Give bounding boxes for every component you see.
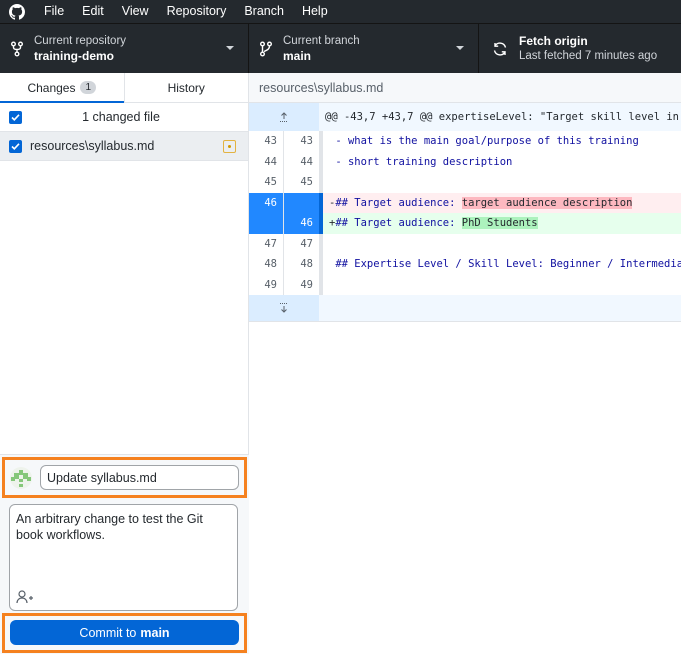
old-line-number: 48	[249, 254, 284, 275]
github-logo-icon	[0, 0, 34, 23]
line-content: - short training description	[323, 152, 681, 173]
diff-line-context[interactable]: 44 44 - short training description	[249, 151, 681, 173]
hunk-footer-row	[249, 295, 681, 322]
diff-file-path: resources\syllabus.md	[249, 73, 681, 103]
sync-icon	[479, 41, 515, 57]
expand-down-icon[interactable]	[249, 295, 319, 321]
line-text: - short training description	[335, 155, 513, 168]
menu-file[interactable]: File	[34, 0, 73, 23]
commit-panel: An arbitrary change to test the Git book…	[0, 454, 249, 654]
diff-line-del[interactable]: 46 - ## Target audience: target audience d…	[249, 192, 681, 213]
new-line-number: 45	[300, 176, 313, 189]
commit-button-prefix: Commit to	[79, 625, 137, 640]
avatar	[10, 466, 32, 489]
old-line-number	[249, 213, 284, 234]
line-text: ## Target audience:	[335, 196, 462, 209]
diff-view: @@ -43,7 +43,7 @@ expertiseLevel: "Targe…	[249, 103, 681, 322]
diff-line-context[interactable]: 45 45	[249, 172, 681, 193]
current-branch-label: Current branch	[283, 34, 360, 47]
menu-repository[interactable]: Repository	[158, 0, 236, 23]
diff-line-add[interactable]: 46 + ## Target audience: PhD Students	[249, 213, 681, 234]
line-content: + ## Target audience: PhD Students	[323, 213, 681, 234]
line-prefix	[329, 238, 335, 250]
menu-edit[interactable]: Edit	[73, 0, 113, 23]
file-path: resources\syllabus.md	[30, 139, 155, 153]
tab-history[interactable]: History	[123, 73, 249, 102]
current-branch-button[interactable]: Current branch main	[249, 24, 479, 73]
new-line-number: 46	[284, 213, 319, 234]
new-line-number: 44	[300, 155, 313, 168]
fetch-origin-label: Fetch origin	[519, 34, 588, 48]
line-content	[323, 234, 681, 255]
file-list-item[interactable]: resources\syllabus.md	[0, 132, 248, 161]
tab-history-label: History	[167, 80, 205, 95]
new-line-number: 47	[300, 237, 313, 250]
old-line-number: 44	[249, 151, 284, 172]
line-text: - what is the main goal/purpose of this …	[335, 135, 639, 148]
commit-button-highlight: Commit to main	[2, 613, 247, 653]
line-content	[323, 172, 681, 193]
last-fetched-text: Last fetched 7 minutes ago	[519, 50, 658, 62]
current-branch-value: main	[283, 48, 312, 63]
line-content	[323, 275, 681, 296]
commit-summary-highlight	[2, 457, 247, 498]
expand-up-icon[interactable]	[249, 103, 319, 131]
new-line-number: 43	[300, 135, 313, 148]
current-repository-button[interactable]: Current repository training-demo	[0, 24, 249, 73]
old-line-number: 47	[249, 233, 284, 254]
tab-changes-label: Changes	[27, 80, 76, 95]
file-modified-icon	[223, 139, 236, 153]
commit-summary-input[interactable]	[40, 465, 239, 490]
line-prefix	[329, 279, 335, 291]
sidebar: Changes 1 History 1 changed file resourc…	[0, 73, 249, 654]
repo-icon	[0, 41, 34, 57]
commit-button-branch: main	[140, 625, 170, 640]
add-coauthor-icon[interactable]	[16, 590, 34, 607]
changes-count-badge: 1	[80, 81, 97, 94]
line-text: ## Target audience:	[335, 217, 462, 230]
old-line-number: 49	[249, 274, 284, 295]
branch-icon	[249, 41, 283, 57]
old-line-number: 45	[249, 172, 284, 193]
menu-bar: File Edit View Repository Branch Help	[0, 0, 681, 23]
sidebar-tabs: Changes 1 History	[0, 73, 248, 103]
changed-text-highlight: PhD Students	[461, 217, 538, 230]
commit-description-field[interactable]: An arbitrary change to test the Git book…	[9, 504, 238, 611]
changed-text-highlight: target audience description	[461, 196, 633, 209]
diff-panel: resources\syllabus.md @@ -43,7 +43,7 @@ …	[249, 73, 681, 654]
chevron-down-icon	[456, 46, 464, 50]
line-prefix	[329, 176, 335, 188]
commit-button[interactable]: Commit to main	[10, 620, 239, 645]
changed-files-count: 1 changed file	[82, 110, 160, 124]
commit-description-text: An arbitrary change to test the Git book…	[16, 512, 203, 542]
current-repository-value: training-demo	[34, 48, 114, 63]
toolbar: Current repository training-demo Current…	[0, 23, 681, 73]
diff-line-context[interactable]: 47 47	[249, 233, 681, 255]
new-line-number: 48	[300, 258, 313, 271]
diff-line-context[interactable]: 49 49	[249, 274, 681, 296]
new-line-number	[284, 192, 319, 213]
diff-line-context[interactable]: 43 43 - what is the main goal/purpose of …	[249, 131, 681, 152]
chevron-down-icon	[226, 46, 234, 50]
file-include-checkbox[interactable]	[9, 139, 22, 153]
tab-changes[interactable]: Changes 1	[0, 73, 124, 103]
old-line-number: 43	[249, 131, 284, 152]
menu-help[interactable]: Help	[293, 0, 337, 23]
fetch-origin-button[interactable]: Fetch origin Last fetched 7 minutes ago	[479, 24, 681, 73]
changed-files-header: 1 changed file	[0, 103, 248, 132]
line-text: ## Expertise Level / Skill Level: Beginn…	[335, 258, 681, 271]
menu-view[interactable]: View	[113, 0, 158, 23]
line-content: ## Expertise Level / Skill Level: Beginn…	[323, 254, 681, 275]
line-content: - what is the main goal/purpose of this …	[323, 131, 681, 152]
select-all-checkbox[interactable]	[9, 110, 22, 124]
current-repository-label: Current repository	[34, 34, 127, 47]
hunk-header-text: @@ -43,7 +43,7 @@ expertiseLevel: "Targe…	[319, 103, 681, 131]
line-content: - ## Target audience: target audience des…	[323, 192, 681, 213]
diff-line-context[interactable]: 48 48 ## Expertise Level / Skill Level: B…	[249, 254, 681, 275]
old-line-number: 46	[249, 192, 284, 213]
hunk-header-row: @@ -43,7 +43,7 @@ expertiseLevel: "Targe…	[249, 103, 681, 131]
menu-branch[interactable]: Branch	[235, 0, 293, 23]
new-line-number: 49	[300, 278, 313, 291]
